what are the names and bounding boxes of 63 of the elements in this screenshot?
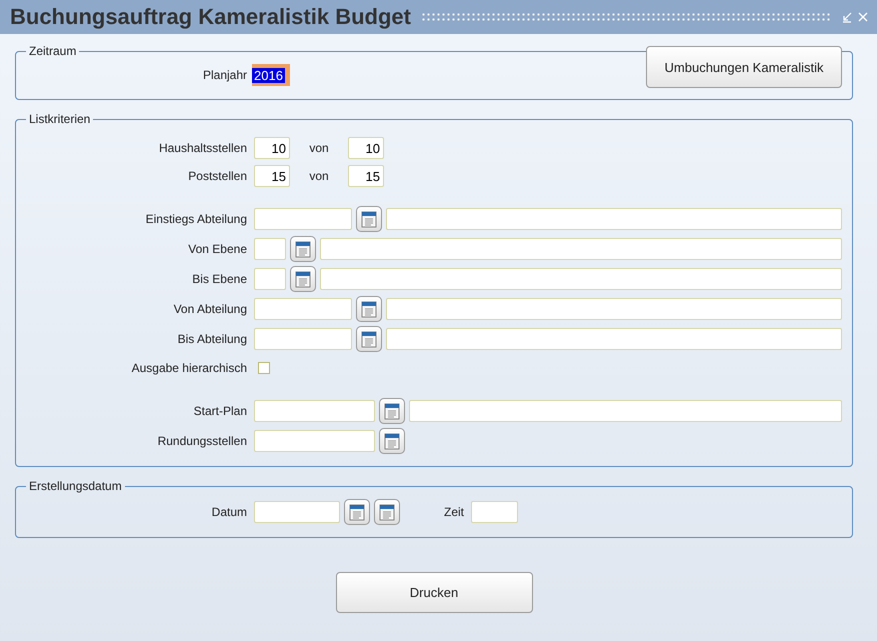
close-icon[interactable]	[857, 11, 869, 23]
notepad-icon	[294, 240, 312, 258]
field-label: Einstiegs Abteilung	[144, 212, 248, 226]
field-value: 2016	[252, 68, 285, 82]
input-field[interactable]	[254, 208, 352, 230]
input-field[interactable]	[386, 208, 842, 230]
field-label: von	[308, 141, 330, 155]
input-field[interactable]: 15	[254, 165, 290, 187]
minimize-icon[interactable]	[841, 11, 853, 23]
field-label: Poststellen	[187, 169, 248, 183]
input-field[interactable]	[254, 268, 286, 290]
notepad-icon	[348, 503, 366, 521]
field-label: Planjahr	[202, 68, 248, 82]
notepad-icon	[383, 402, 401, 420]
field-label: Zeit	[444, 505, 464, 519]
input-field[interactable]	[386, 328, 842, 350]
checkbox-label: Ausgabe hierarchisch	[130, 361, 248, 375]
umbuchungen-button[interactable]: Umbuchungen Kameralistik	[646, 46, 842, 88]
lookup-button[interactable]	[356, 206, 382, 232]
lookup-button[interactable]	[290, 266, 316, 292]
input-field[interactable]: 10	[254, 137, 290, 159]
notepad-icon	[360, 300, 378, 318]
input-field[interactable]	[254, 430, 375, 452]
field-label: Bis Abteilung	[176, 332, 248, 346]
field-label: Datum	[210, 505, 248, 519]
input-field[interactable]	[254, 328, 352, 350]
input-field[interactable]	[320, 268, 842, 290]
lookup-button[interactable]	[379, 428, 405, 454]
input-field[interactable]	[254, 238, 286, 260]
input-field[interactable]: 10	[348, 137, 384, 159]
group-title: Erstellungsdatum	[28, 479, 123, 493]
field-label: Von Abteilung	[172, 302, 248, 316]
input-field[interactable]	[254, 400, 375, 422]
lookup-button[interactable]	[379, 398, 405, 424]
field-label: Von Ebene	[187, 242, 248, 256]
field-label: Haushaltsstellen	[158, 141, 248, 155]
field-label: Start-Plan	[192, 404, 248, 418]
input-field[interactable]: 15	[348, 165, 384, 187]
group-title: Zeitraum	[28, 44, 78, 58]
notepad-icon	[360, 210, 378, 228]
notepad-icon	[378, 503, 396, 521]
group-title: Listkriterien	[28, 112, 92, 126]
date-field[interactable]	[254, 501, 340, 523]
checkbox[interactable]	[258, 362, 270, 374]
time-field[interactable]	[471, 501, 518, 523]
input-field[interactable]	[254, 298, 352, 320]
lookup-button[interactable]	[290, 236, 316, 262]
window-title: Buchungsauftrag Kameralistik Budget	[10, 4, 411, 30]
lookup-button[interactable]	[356, 296, 382, 322]
notepad-icon	[383, 432, 401, 450]
input-field[interactable]	[320, 238, 842, 260]
date-picker-button[interactable]	[344, 499, 370, 525]
input-field[interactable]: 2016	[252, 64, 290, 86]
notepad-icon	[294, 270, 312, 288]
field-label: Rundungsstellen	[156, 434, 248, 448]
drucken-button[interactable]: Drucken	[336, 572, 532, 613]
field-label: von	[308, 169, 330, 183]
input-field[interactable]	[386, 298, 842, 320]
date-picker-button[interactable]	[374, 499, 400, 525]
input-field[interactable]	[409, 400, 842, 422]
notepad-icon	[360, 330, 378, 348]
field-label: Bis Ebene	[191, 272, 248, 286]
lookup-button[interactable]	[356, 326, 382, 352]
